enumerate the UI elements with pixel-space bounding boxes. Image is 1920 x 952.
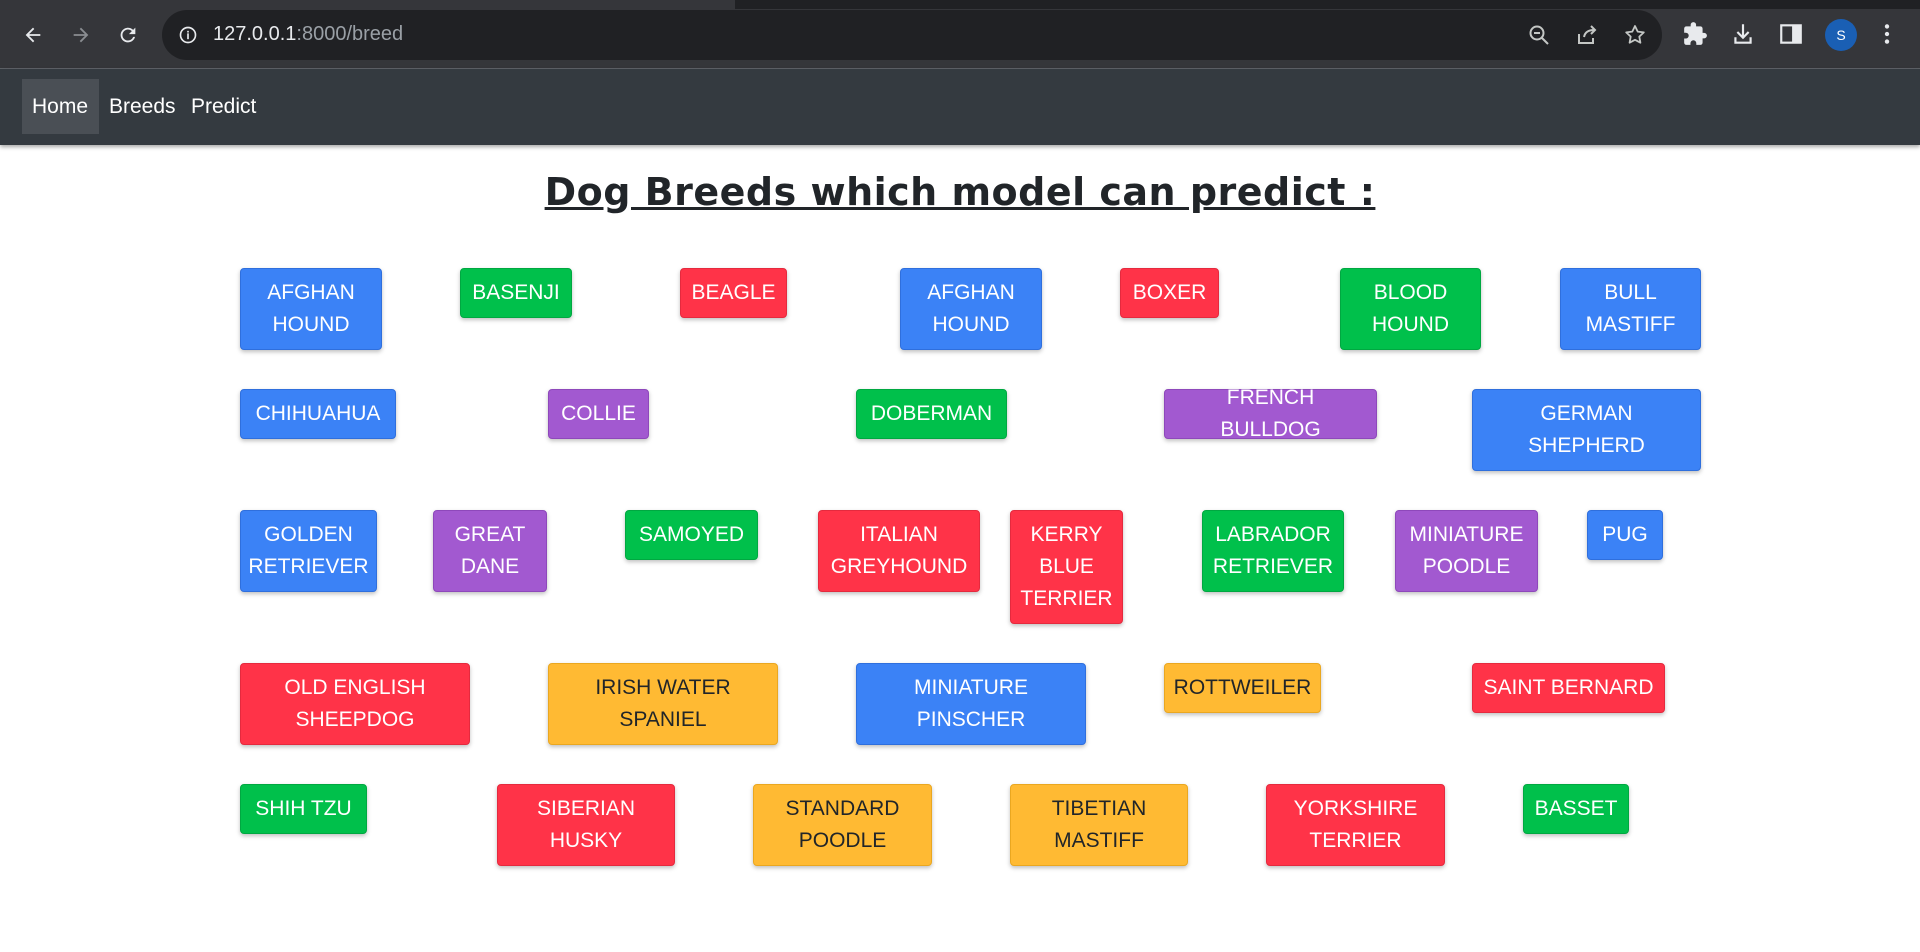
tab-strip (0, 0, 1920, 9)
breed-label: TIBETIAN MASTIFF (1051, 797, 1147, 852)
breed-label: PUG (1602, 523, 1648, 546)
breed-label: MINIATURE PINSCHER (914, 676, 1028, 731)
breed-button[interactable]: SHIH TZU (240, 784, 367, 834)
breed-label: OLD ENGLISH SHEEPDOG (284, 676, 426, 731)
breed-button[interactable]: CHIHUAHUA (240, 389, 396, 439)
breed-button[interactable]: AFGHAN HOUND (240, 268, 382, 350)
arrow-right-icon (73, 27, 89, 43)
browser-toolbar: 127.0.0.1:8000/breed S (0, 0, 1920, 69)
breed-button[interactable]: BOXER (1120, 268, 1219, 318)
breed-label: IRISH WATER SPANIEL (595, 676, 731, 731)
breed-label: YORKSHIRE TERRIER (1293, 797, 1418, 852)
breed-label: GREAT DANE (454, 523, 526, 578)
arrow-left-icon (25, 27, 41, 43)
breed-label: AFGHAN HOUND (267, 281, 355, 336)
active-tab-edge (0, 0, 735, 9)
breed-button[interactable]: MINIATURE PINSCHER (856, 663, 1086, 745)
breed-button[interactable]: OLD ENGLISH SHEEPDOG (240, 663, 470, 745)
download-icon[interactable] (1730, 21, 1756, 47)
reload-icon (120, 27, 136, 43)
breed-button[interactable]: FRENCH BULLDOG (1164, 386, 1377, 441)
nav-home-link[interactable]: Home (22, 79, 99, 134)
bookmark-star-icon[interactable] (1623, 23, 1647, 47)
breed-label: GERMAN SHEPHERD (1528, 402, 1645, 457)
url-text[interactable]: 127.0.0.1:8000/breed (213, 23, 403, 46)
breed-label: BOXER (1132, 281, 1207, 304)
breed-button[interactable]: AFGHAN HOUND (900, 268, 1042, 350)
back-button[interactable] (18, 20, 48, 50)
breed-button[interactable]: MINIATURE POODLE (1395, 510, 1538, 592)
breed-label: ROTTWEILER (1173, 676, 1312, 699)
breed-label: SAMOYED (638, 523, 745, 546)
breed-button[interactable]: TIBETIAN MASTIFF (1010, 784, 1188, 866)
breed-label: CHIHUAHUA (255, 402, 381, 425)
breed-label: BASSET (1534, 797, 1618, 820)
breed-label: MINIATURE POODLE (1409, 523, 1524, 578)
breed-label: BLOOD HOUND (1372, 281, 1449, 336)
breed-button[interactable]: BASENJI (460, 268, 572, 318)
breed-button[interactable]: BULL MASTIFF (1560, 268, 1701, 350)
extensions-puzzle-icon[interactable] (1682, 21, 1708, 47)
breed-label: FRENCH BULLDOG (1220, 386, 1321, 441)
zoom-out-icon[interactable] (1527, 23, 1551, 47)
breed-button[interactable]: LABRADOR RETRIEVER (1202, 510, 1344, 592)
breed-button[interactable]: GERMAN SHEPHERD (1472, 389, 1701, 471)
breed-button[interactable]: IRISH WATER SPANIEL (548, 663, 778, 745)
breed-button[interactable]: SAINT BERNARD (1472, 663, 1665, 713)
breed-button[interactable]: ITALIAN GREYHOUND (818, 510, 980, 592)
breed-button[interactable]: GOLDEN RETRIEVER (240, 510, 377, 592)
address-bar[interactable]: 127.0.0.1:8000/breed (162, 10, 1662, 60)
url-host: 127.0.0.1 (213, 23, 297, 45)
breed-label: SIBERIAN HUSKY (536, 797, 636, 852)
breed-label: BULL MASTIFF (1585, 281, 1676, 336)
side-panel-icon[interactable] (1778, 21, 1804, 47)
url-path: :8000/breed (296, 23, 404, 45)
nav-predict-link[interactable]: Predict (181, 79, 266, 134)
info-icon[interactable] (178, 25, 198, 45)
breed-button[interactable]: BLOOD HOUND (1340, 268, 1481, 350)
site-navbar: Home Breeds Predict (0, 69, 1920, 145)
breed-button[interactable]: STANDARD POODLE (753, 784, 932, 866)
forward-button[interactable] (66, 20, 96, 50)
breed-label: LABRADOR RETRIEVER (1212, 523, 1334, 578)
profile-avatar[interactable]: S (1825, 19, 1857, 51)
breed-button[interactable]: ROTTWEILER (1164, 663, 1321, 713)
breed-button[interactable]: PUG (1587, 510, 1663, 560)
breed-label: SAINT BERNARD (1483, 676, 1654, 699)
breed-button[interactable]: COLLIE (548, 389, 649, 439)
breed-button[interactable]: BASSET (1523, 784, 1629, 834)
breed-label: DOBERMAN (870, 402, 993, 425)
reload-button[interactable] (113, 20, 143, 50)
breed-button[interactable]: GREAT DANE (433, 510, 547, 592)
breed-label: BEAGLE (691, 281, 776, 304)
breed-button[interactable]: YORKSHIRE TERRIER (1266, 784, 1445, 866)
breed-label: AFGHAN HOUND (927, 281, 1015, 336)
breed-button[interactable]: DOBERMAN (856, 389, 1007, 439)
breed-button[interactable]: SAMOYED (625, 510, 758, 560)
breed-button[interactable]: KERRY BLUE TERRIER (1010, 510, 1123, 624)
nav-breeds-link[interactable]: Breeds (99, 79, 186, 134)
breed-label: STANDARD POODLE (785, 797, 900, 852)
share-icon[interactable] (1575, 23, 1599, 47)
breed-label: COLLIE (561, 402, 636, 425)
breed-label: GOLDEN RETRIEVER (248, 523, 369, 578)
page-title: Dog Breeds which model can predict : (544, 170, 1376, 214)
breed-label: KERRY BLUE TERRIER (1020, 523, 1113, 610)
breed-button[interactable]: BEAGLE (680, 268, 787, 318)
breed-button[interactable]: SIBERIAN HUSKY (497, 784, 675, 866)
breed-label: ITALIAN GREYHOUND (830, 523, 968, 578)
breed-label: SHIH TZU (255, 797, 352, 820)
more-menu-icon[interactable] (1874, 21, 1900, 47)
breed-label: BASENJI (472, 281, 560, 304)
